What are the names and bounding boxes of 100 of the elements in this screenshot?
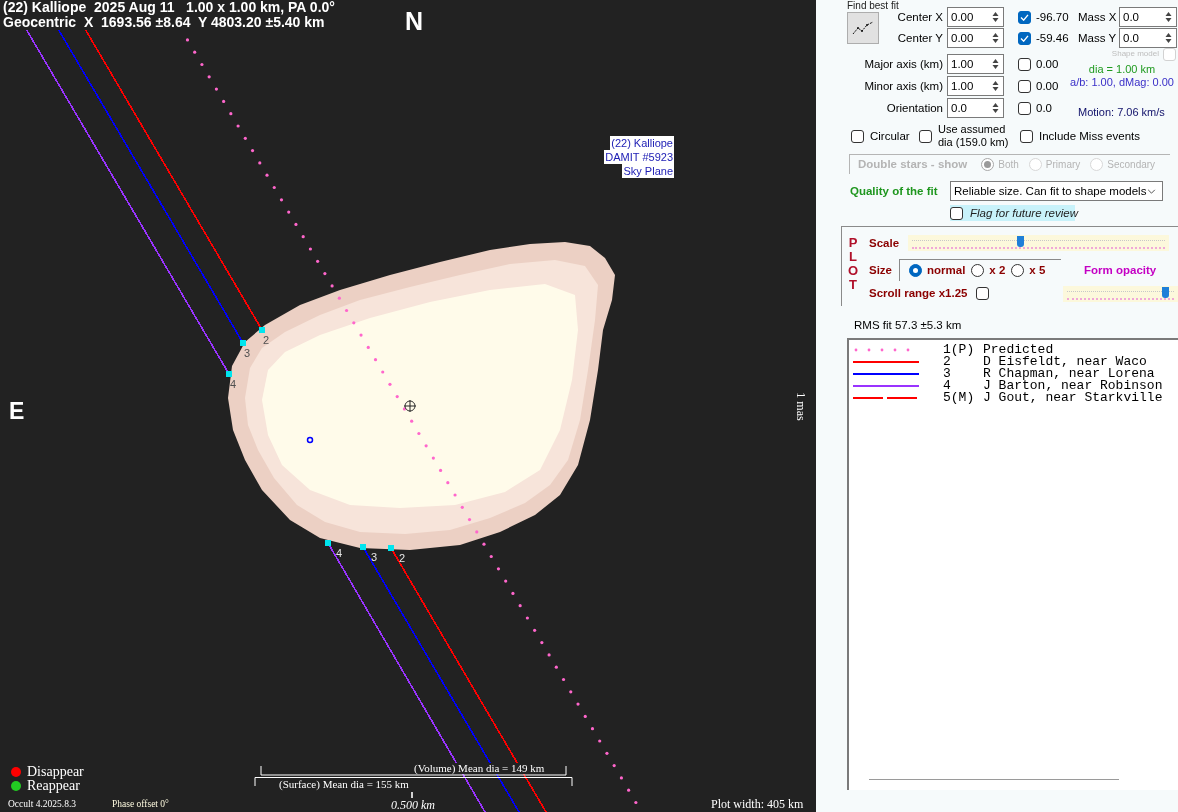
observer-name: J Gout, near Starkville: [983, 392, 1163, 404]
event-marker-icon: [325, 540, 331, 546]
number-field[interactable]: 0.00: [947, 28, 1004, 48]
model-label: Sky Plane: [622, 164, 674, 178]
number-field[interactable]: 0.00: [947, 7, 1004, 27]
fit-result-value: -96.70: [1036, 10, 1068, 24]
observer-name: D Eisfeldt, near Waco: [983, 356, 1147, 368]
checkbox[interactable]: [950, 206, 963, 220]
observer-number: 3: [943, 368, 952, 380]
observer-number: 5(M): [943, 392, 976, 404]
number-field[interactable]: 0.0: [947, 98, 1004, 118]
observer-name: R Chapman, near Lorena: [983, 368, 1155, 380]
opacity-slider[interactable]: [1063, 285, 1178, 302]
plot-group-heading: PLOT: [848, 236, 858, 292]
size-label: Size: [869, 263, 893, 277]
plot-width-label: Plot width: 405 km: [711, 798, 804, 811]
checkbox[interactable]: [851, 129, 864, 143]
checkbox[interactable]: [976, 287, 990, 300]
checkbox[interactable]: [1018, 10, 1031, 24]
chord-number: 2: [263, 334, 270, 346]
chord-number: 3: [244, 347, 251, 359]
checkbox[interactable]: [1018, 79, 1031, 93]
spinner-arrows-icon: [1165, 11, 1172, 23]
checkbox[interactable]: [1018, 101, 1031, 115]
scale-label: Scale: [869, 236, 901, 250]
checkbox-label: Use assumed dia (159.0 km): [938, 123, 1010, 149]
observer-name: J Barton, near Robinson: [983, 380, 1163, 392]
chord-number: 4: [230, 378, 237, 390]
event-key-label: Reappear: [27, 779, 80, 793]
north-label: N: [405, 9, 424, 34]
radio-button[interactable]: [909, 264, 922, 277]
observer-name: Predicted: [983, 344, 1054, 356]
field-label: Minor axis (km): [864, 79, 943, 93]
surface-mean-dia: (Surface) Mean dia = 155 km: [279, 779, 409, 790]
chord-number: 4: [336, 547, 343, 559]
plot-title: (22) Kalliope 2025 Aug 11 1.00 x 1.00 km, PA 0.0°: [3, 0, 335, 15]
spinner-arrows-icon: [992, 102, 999, 114]
fit-result-value: -59.46: [1036, 31, 1068, 45]
checkbox[interactable]: [1018, 31, 1031, 45]
field-label: Major axis (km): [864, 57, 943, 71]
volume-mean-dia: (Volume) Mean dia = 149 km: [414, 763, 545, 774]
radio-label: Both: [998, 158, 1019, 171]
group-title: Double stars - show: [858, 158, 968, 171]
form-opacity-label: Form opacity: [1084, 263, 1157, 277]
phase-offset-label: Phase offset 0°: [112, 799, 169, 810]
quality-dropdown[interactable]: Reliable size. Can fit to shape models: [950, 181, 1163, 201]
scale-tick-mark: [411, 792, 413, 798]
number-field[interactable]: 0.0: [1119, 7, 1177, 27]
fit-result-value: 0.0: [1036, 101, 1052, 115]
chord-number: 2: [399, 552, 406, 564]
event-marker-icon: [388, 545, 394, 551]
crosshair-icon: [403, 399, 417, 413]
checkmark-icon: [1020, 13, 1029, 21]
number-field[interactable]: 0.0: [1119, 28, 1177, 48]
radio-label: Secondary: [1107, 158, 1156, 171]
east-label: E: [9, 400, 25, 423]
checkbox[interactable]: [919, 129, 932, 143]
geocentric-position: Geocentric X 1693.56 ±8.64 Y 4803.20 ±5.40 km: [3, 15, 325, 30]
ring-marker-icon: [306, 436, 314, 444]
event-marker-icon: [360, 544, 366, 550]
field-label: Center Y: [897, 32, 943, 44]
angular-scale-label: 1 mas: [793, 392, 807, 421]
fit-result-value: 0.00: [1036, 79, 1059, 93]
chord-number: 3: [371, 551, 378, 563]
chevron-down-icon: [1147, 188, 1156, 194]
radio-label: Primary: [1045, 158, 1081, 171]
spinner-arrows-icon: [992, 58, 999, 70]
scale-slider[interactable]: [908, 235, 1169, 251]
number-field[interactable]: 1.00: [947, 54, 1004, 74]
checkbox[interactable]: [1020, 129, 1033, 143]
checkmark-icon: [1020, 34, 1029, 42]
field-label: Center X: [897, 11, 943, 23]
number-field[interactable]: 1.00: [947, 76, 1004, 96]
observer-number: 4: [943, 380, 951, 392]
line-chart-icon: [852, 20, 874, 36]
motion-text: Motion: 7.06 km/s: [1078, 106, 1165, 118]
checkbox-label: Circular: [870, 129, 911, 143]
model-label: DAMIT #5923: [604, 150, 674, 164]
radio-button[interactable]: [971, 264, 985, 277]
slider-thumb[interactable]: [1161, 286, 1169, 298]
event-key-label: Disappear: [27, 765, 84, 779]
diameter-text: dia = 1.00 km: [1088, 63, 1156, 75]
spinner-arrows-icon: [992, 32, 999, 44]
radio-label: x 5: [1029, 264, 1046, 277]
find-best-fit-label: Find best fit: [847, 0, 899, 11]
ratio-text: a/b: 1.00, dMag: 0.00: [1070, 76, 1174, 88]
slider-thumb[interactable]: [1017, 236, 1025, 247]
fit-result-value: 0.00: [1036, 57, 1059, 71]
find-best-fit-button[interactable]: [847, 12, 879, 44]
event-marker-icon: [226, 371, 232, 377]
field-label: Mass Y: [1078, 31, 1116, 45]
observer-number: 2: [943, 356, 951, 368]
event-marker-icon: [240, 340, 246, 346]
scale-bar-label: 0.500 km: [391, 799, 435, 812]
event-marker-icon: [259, 327, 265, 333]
radio-button[interactable]: [1011, 264, 1025, 277]
checkbox[interactable]: [1018, 57, 1031, 71]
spinner-arrows-icon: [992, 11, 999, 23]
radio-label: x 2: [989, 264, 1006, 277]
field-label: Orientation: [886, 101, 943, 115]
